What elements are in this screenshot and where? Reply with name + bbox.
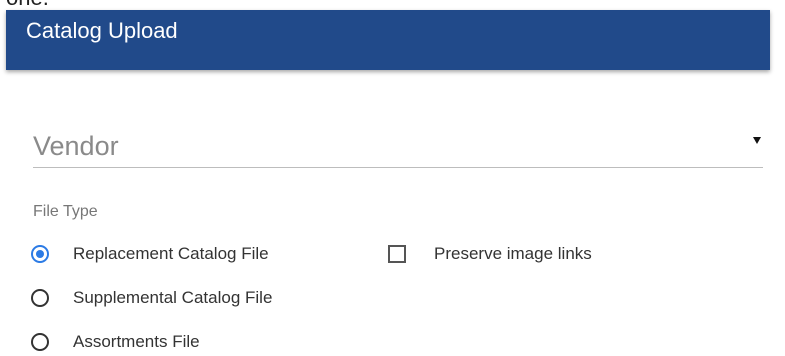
radio-unchecked-icon [31, 289, 49, 307]
file-type-label: File Type [33, 203, 98, 220]
page-title: Catalog Upload [26, 18, 178, 43]
vendor-select[interactable]: Vendor [33, 125, 763, 168]
header-bar: Catalog Upload [6, 10, 770, 70]
checkbox-label: Preserve image links [434, 244, 592, 263]
radio-supplemental-catalog-file[interactable]: Supplemental Catalog File [31, 285, 272, 311]
radio-label: Assortments File [73, 332, 200, 351]
radio-label: Replacement Catalog File [73, 244, 269, 263]
radio-unchecked-icon [31, 333, 49, 351]
radio-assortments-file[interactable]: Assortments File [31, 329, 200, 355]
vendor-select-label: Vendor [33, 131, 119, 161]
radio-label: Supplemental Catalog File [73, 288, 273, 307]
preserve-image-links-checkbox[interactable]: Preserve image links [388, 241, 592, 267]
radio-dot-icon [36, 250, 44, 258]
radio-checked-icon [31, 245, 49, 263]
checkbox-unchecked-icon [388, 245, 406, 263]
page: one. Catalog Upload Vendor File Type Rep… [0, 0, 785, 356]
cut-off-text: one. [6, 0, 49, 9]
radio-replacement-catalog-file[interactable]: Replacement Catalog File [31, 241, 269, 267]
caret-down-icon [753, 137, 761, 144]
